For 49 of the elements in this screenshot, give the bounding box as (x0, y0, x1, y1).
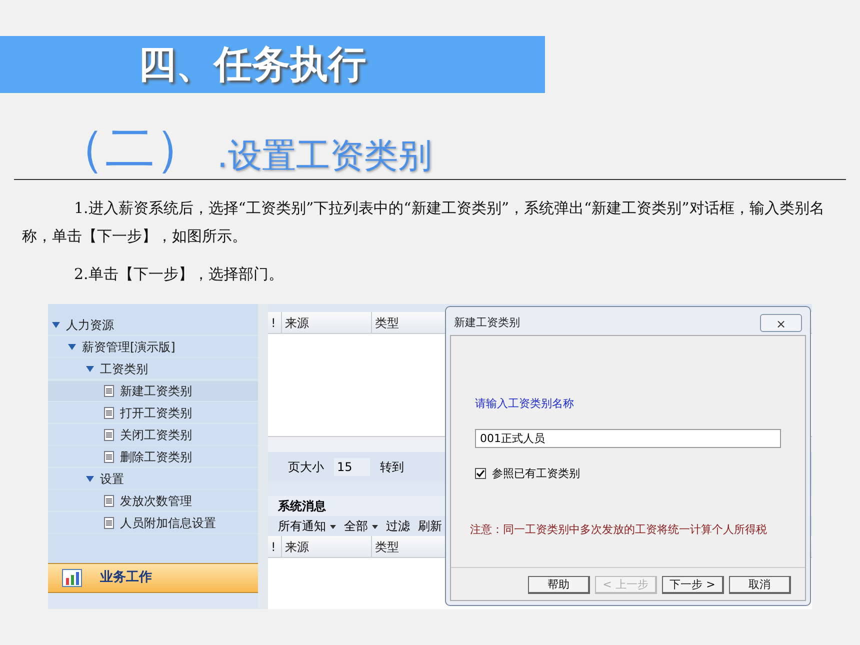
expand-triangle-icon[interactable] (86, 476, 94, 482)
document-icon (104, 494, 114, 506)
toolbar-button[interactable]: 刷新 (418, 517, 442, 535)
tree-item[interactable]: 薪资管理[演示版] (82, 338, 176, 356)
tree-item[interactable]: 发放次数管理 (120, 492, 192, 510)
expand-triangle-icon[interactable] (86, 366, 94, 372)
section-title: .设置工资类别 (217, 139, 432, 173)
check-icon (476, 469, 485, 478)
dialog-button[interactable]: 取消 (729, 576, 791, 594)
tree-item[interactable]: 工资类别 (100, 360, 148, 378)
dialog-button[interactable]: 下一步 > (662, 576, 724, 594)
instruction-text: 1.进入薪资系统后，选择“工资类别”下拉列表中的“新建工资类别”，系统弹出“新建工资类别”对话框，输入类别名称，单击【下一步】，如图所示。 (22, 198, 826, 247)
tree-item[interactable]: 打开工资类别 (120, 404, 192, 422)
column-header[interactable]: 来源 (282, 312, 372, 333)
expand-triangle-icon[interactable] (68, 344, 76, 350)
toolbar-button[interactable]: 全部 (344, 517, 378, 535)
toolbar-button[interactable]: 所有通知 (278, 517, 336, 535)
tree-item[interactable]: 设置 (100, 470, 124, 488)
toolbar-button[interactable]: 过滤 (386, 517, 410, 535)
tree-item[interactable]: 关闭工资类别 (120, 426, 192, 444)
tree-item[interactable]: 删除工资类别 (120, 448, 192, 466)
document-icon (104, 428, 114, 440)
bar-chart-icon (62, 569, 82, 587)
slide-title: 四、任务执行 (138, 41, 366, 88)
name-input-field[interactable]: 001正式人员 (475, 428, 781, 448)
instruction-text: 2.单击【下一步】，选择部门。 (73, 264, 284, 285)
document-icon (104, 385, 114, 397)
column-header[interactable]: ! (268, 536, 282, 557)
checkbox-label: 参照已有工资类别 (492, 466, 580, 482)
checkbox[interactable] (475, 468, 486, 480)
column-header[interactable]: ! (268, 312, 282, 333)
document-icon (104, 406, 114, 418)
close-button[interactable]: × (760, 314, 802, 332)
dropdown-caret-icon (372, 524, 378, 529)
prompt-label: 请输入工资类别名称 (475, 396, 575, 412)
goto-label: 转到 (380, 459, 404, 476)
page-size-field[interactable]: 15 (334, 458, 370, 476)
column-header[interactable]: 来源 (282, 536, 372, 557)
tree-item[interactable]: 人员附加信息设置 (120, 514, 216, 532)
expand-triangle-icon[interactable] (52, 322, 60, 328)
document-icon (104, 516, 114, 528)
tree-item[interactable]: 人力资源 (66, 316, 114, 334)
section-number: （二） (55, 123, 205, 173)
nav-button[interactable]: 业务工作 (48, 563, 258, 593)
note-text: 注意：同一工资类别中多次发放的工资将统一计算个人所得税 (470, 522, 768, 538)
dropdown-caret-icon (330, 524, 336, 529)
document-icon (104, 450, 114, 462)
dialog-button[interactable]: 帮助 (528, 576, 590, 594)
page-size-label: 页大小 (288, 459, 324, 476)
